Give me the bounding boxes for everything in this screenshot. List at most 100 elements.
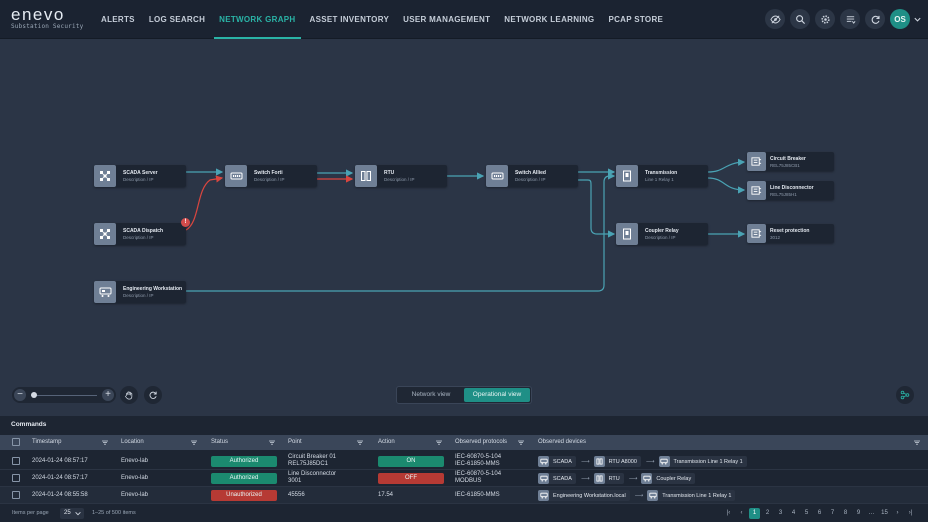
user-avatar[interactable]: OS: [890, 9, 910, 29]
nav-network-learning[interactable]: NETWORK LEARNING: [497, 0, 601, 39]
table-row[interactable]: 2024-01-24 08:57:17 Enevo-lab Authorized…: [0, 453, 928, 470]
network-graph-canvas[interactable]: SCADA Server Description / IP SCADA Disp…: [0, 40, 928, 416]
pan-hand-icon[interactable]: [120, 386, 138, 404]
device-chip[interactable]: RTU: [593, 473, 624, 484]
topology-icon[interactable]: [896, 386, 914, 404]
node-line-disconnector[interactable]: Line Disconnector REL75J85H1: [747, 181, 834, 200]
prev-page-icon[interactable]: ‹: [736, 508, 747, 519]
filter-icon[interactable]: [357, 440, 363, 445]
node-switch-forti[interactable]: Switch Forti Description / IP: [225, 165, 317, 187]
search-icon[interactable]: [790, 9, 810, 29]
page-button[interactable]: 3: [775, 508, 786, 519]
next-page-icon[interactable]: ›: [892, 508, 903, 519]
filter-icon[interactable]: [191, 440, 197, 445]
brand-logo[interactable]: enevo Substation Security: [11, 6, 83, 31]
nav-asset-inventory[interactable]: ASSET INVENTORY: [303, 0, 397, 39]
node-title: Switch Allied: [515, 170, 546, 176]
node-subtitle: Line 1 Relay 1: [645, 177, 674, 182]
node-subtitle: Description / IP: [123, 235, 154, 240]
node-engineering-workstation[interactable]: Engineering Workstation Description / IP: [94, 281, 186, 303]
filter-icon[interactable]: [436, 440, 442, 445]
device-chip[interactable]: Transmission Line 1 Relay 1: [658, 456, 747, 467]
table-row[interactable]: 2024-01-24 08:55:58 Enevo-lab Unauthoriz…: [0, 487, 928, 504]
col-observed-devices[interactable]: Observed devices: [538, 435, 586, 450]
zoom-in-button[interactable]: +: [102, 389, 114, 401]
workstation-icon: [641, 473, 653, 484]
relay-icon: [616, 223, 638, 245]
page-button[interactable]: 4: [788, 508, 799, 519]
nav-user-management[interactable]: USER MANAGEMENT: [396, 0, 497, 39]
refresh-icon[interactable]: [865, 9, 885, 29]
col-point[interactable]: Point: [288, 435, 302, 450]
nav-pcap-store[interactable]: PCAP STORE: [601, 0, 670, 39]
node-title: Coupler Relay: [645, 228, 679, 234]
node-reset-protection[interactable]: Reset protection 3012: [747, 224, 834, 243]
gear-icon[interactable]: [815, 9, 835, 29]
eye-off-icon[interactable]: [765, 9, 785, 29]
page-ellipsis: …: [868, 510, 875, 516]
network-icon: [94, 165, 116, 187]
node-circuit-breaker[interactable]: Circuit Breaker REL75J85CB1: [747, 152, 834, 171]
cell-timestamp: 2024-01-24 08:55:58: [32, 492, 88, 498]
row-checkbox[interactable]: [12, 474, 20, 482]
node-rtu[interactable]: RTU Description / IP: [355, 165, 447, 187]
node-switch-allied[interactable]: Switch Allied Description / IP: [486, 165, 578, 187]
col-observed-protocols[interactable]: Observed protocols: [455, 435, 507, 450]
alert-badge[interactable]: !: [181, 218, 190, 227]
node-scada-server[interactable]: SCADA Server Description / IP: [94, 165, 186, 187]
status-badge: Unauthorized: [211, 490, 277, 501]
col-action[interactable]: Action: [378, 435, 395, 450]
node-scada-dispatch[interactable]: SCADA Dispatch Description / IP: [94, 223, 186, 245]
device-chip[interactable]: RTU A8000: [593, 456, 641, 467]
last-page-icon[interactable]: ›|: [905, 508, 916, 519]
device-chip[interactable]: Coupler Relay: [641, 473, 696, 484]
page-button[interactable]: 7: [827, 508, 838, 519]
select-all-checkbox[interactable]: [12, 438, 20, 446]
page-button[interactable]: 2: [762, 508, 773, 519]
point-name: Line Disconnector: [288, 471, 337, 477]
row-checkbox[interactable]: [12, 457, 20, 465]
node-title: Transmission: [645, 170, 678, 176]
chevron-down-icon[interactable]: [913, 15, 922, 24]
table-row[interactable]: 2024-01-24 08:57:17 Enevo-lab Authorized…: [0, 470, 928, 487]
list-icon[interactable]: [840, 9, 860, 29]
page-button[interactable]: 15: [879, 508, 890, 519]
page-button[interactable]: 8: [840, 508, 851, 519]
zoom-track[interactable]: [31, 394, 97, 396]
device-chip[interactable]: Engineering Workstation.local: [538, 490, 630, 501]
page-button[interactable]: 1: [749, 508, 760, 519]
node-coupler-relay[interactable]: Coupler Relay Description / IP: [616, 223, 708, 245]
reset-view-icon[interactable]: [144, 386, 162, 404]
filter-icon[interactable]: [518, 440, 524, 445]
device-chip[interactable]: Transmission Line 1 Relay 1: [647, 490, 736, 501]
operational-view-tab[interactable]: Operational view: [464, 388, 530, 402]
page-button[interactable]: 9: [853, 508, 864, 519]
items-per-page-select[interactable]: 25: [60, 508, 84, 519]
col-status[interactable]: Status: [211, 435, 228, 450]
nav-log-search[interactable]: LOG SEARCH: [142, 0, 212, 39]
col-timestamp[interactable]: Timestamp: [32, 435, 61, 450]
link-eng-ws-transmission: [186, 172, 616, 292]
device-chip[interactable]: SCADA: [538, 456, 576, 467]
node-transmission[interactable]: Transmission Line 1 Relay 1: [616, 165, 708, 187]
zoom-slider[interactable]: − +: [12, 387, 116, 403]
col-location[interactable]: Location: [121, 435, 144, 450]
filter-icon[interactable]: [269, 440, 275, 445]
device-chip[interactable]: SCADA: [538, 473, 576, 484]
row-checkbox[interactable]: [12, 491, 20, 499]
cell-devices: SCADA ⟶ RTU A8000 ⟶ Transmission Line 1 …: [538, 456, 750, 467]
page-button[interactable]: 6: [814, 508, 825, 519]
link-switch-allied-coupler: [578, 179, 616, 238]
network-view-tab[interactable]: Network view: [398, 388, 464, 402]
filter-icon[interactable]: [102, 440, 108, 445]
zoom-handle[interactable]: [31, 392, 37, 398]
nav-network-graph[interactable]: NETWORK GRAPH: [212, 0, 302, 39]
device-label: SCADA: [553, 475, 572, 482]
page-button[interactable]: 5: [801, 508, 812, 519]
first-page-icon[interactable]: |‹: [723, 508, 734, 519]
zoom-out-button[interactable]: −: [14, 389, 26, 401]
nav-alerts[interactable]: ALERTS: [94, 0, 142, 39]
filter-icon[interactable]: [914, 440, 920, 445]
protocol: IEC-60870-5-104: [455, 454, 502, 460]
device-label: Engineering Workstation.local: [553, 492, 626, 499]
